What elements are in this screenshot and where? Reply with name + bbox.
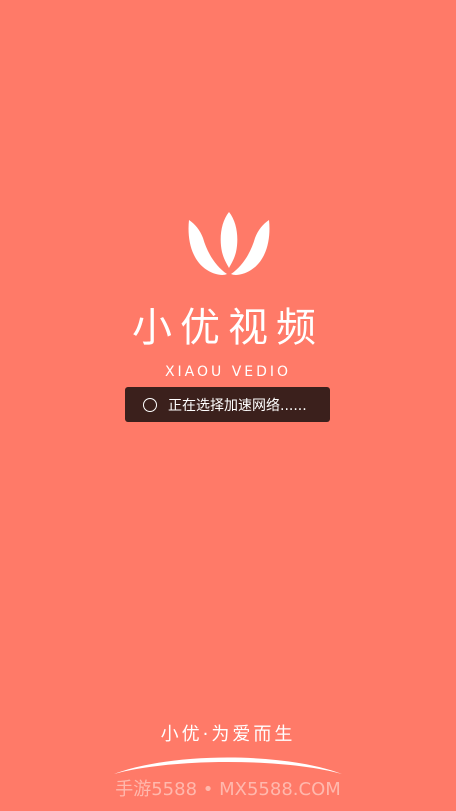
toast-message: 正在选择加速网络...... — [168, 397, 307, 414]
splash-screen: 小优视频 XIAOU VEDIO 正在选择加速网络...... 小优·为爱而生 … — [0, 0, 456, 811]
lotus-logo-icon — [188, 212, 270, 275]
watermark: 手游5588 • MX5588.COM — [115, 779, 341, 800]
swoosh-decoration — [114, 757, 342, 774]
app-name: 小优视频 — [132, 305, 324, 351]
loading-spinner-icon — [143, 397, 157, 412]
loading-toast: 正在选择加速网络...... — [125, 387, 330, 422]
slogan: 小优·为爱而生 — [160, 724, 296, 745]
app-name-english: XIAOU VEDIO — [164, 364, 292, 380]
